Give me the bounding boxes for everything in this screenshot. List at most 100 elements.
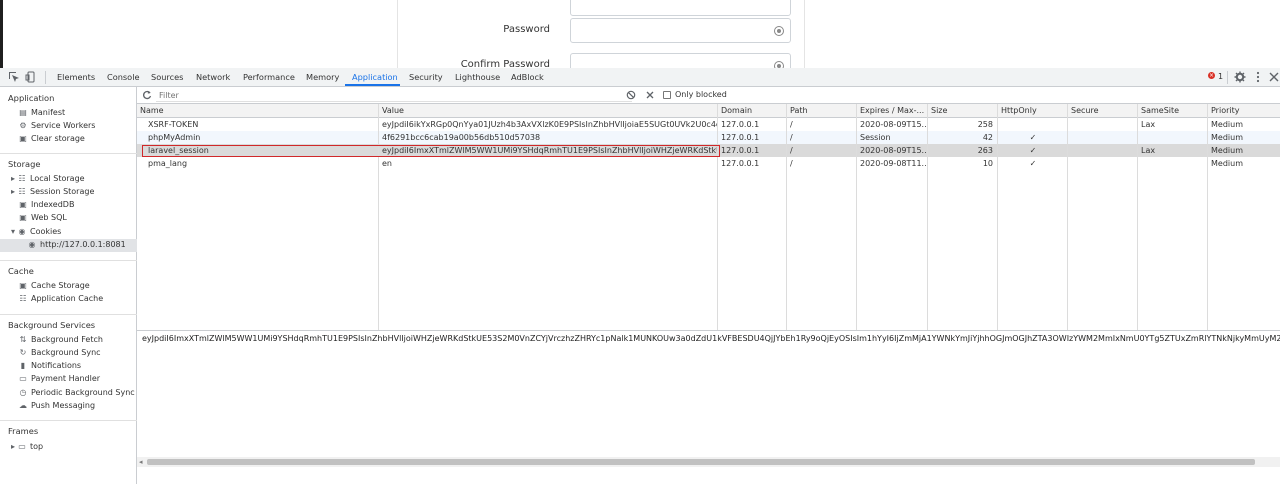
table-row[interactable]: phpMyAdmin 4f6291bcc6cab19a00b56db510d57…: [137, 131, 1280, 144]
column-divider[interactable]: [717, 104, 718, 330]
horizontal-scrollbar[interactable]: ◂: [137, 457, 1280, 467]
column-divider[interactable]: [786, 104, 787, 330]
cell-domain: 127.0.0.1: [721, 120, 760, 129]
tab-adblock[interactable]: AdBlock: [511, 68, 544, 87]
cell-secure: [1068, 144, 1138, 157]
section-cache: Cache: [8, 266, 34, 276]
cell-expires: 2020-09-08T11...: [860, 159, 928, 168]
sidebar-item-payment-handler[interactable]: ▭ Payment Handler: [18, 373, 100, 385]
cell-domain: 127.0.0.1: [721, 133, 760, 142]
column-header-name[interactable]: Name: [137, 104, 379, 118]
tab-sources[interactable]: Sources: [151, 68, 183, 87]
chevron-right-icon[interactable]: ▸: [10, 186, 16, 198]
confirm-password-visibility-icon[interactable]: [774, 61, 784, 68]
cell-size: 258: [977, 120, 993, 129]
tab-console[interactable]: Console: [107, 68, 140, 87]
sidebar-item-cache-storage[interactable]: ▣ Cache Storage: [18, 280, 90, 292]
inspect-element-icon[interactable]: [8, 71, 20, 83]
table-row[interactable]: pma_lang en 127.0.0.1 / 2020-09-08T11...…: [137, 157, 1280, 170]
column-divider[interactable]: [997, 104, 998, 330]
column-header-httponly[interactable]: HttpOnly: [998, 104, 1068, 118]
kebab-menu-icon[interactable]: [1252, 71, 1264, 83]
column-header-path[interactable]: Path: [787, 104, 857, 118]
sidebar-item-indexeddb[interactable]: ▣ IndexedDB: [18, 199, 74, 211]
scrollbar-thumb[interactable]: [147, 459, 1255, 465]
database-icon: ▣: [19, 134, 27, 143]
sidebar-item-local-storage[interactable]: ▸ ☷ Local Storage: [10, 173, 85, 185]
previous-field[interactable]: [570, 0, 791, 16]
error-count[interactable]: 1: [1218, 68, 1223, 86]
scroll-left-icon[interactable]: ◂: [139, 458, 143, 466]
password-field[interactable]: [570, 18, 791, 43]
column-divider[interactable]: [1207, 104, 1208, 330]
sidebar-item-web-sql[interactable]: ▣ Web SQL: [18, 212, 67, 224]
column-header-secure[interactable]: Secure: [1068, 104, 1138, 118]
confirm-password-label: Confirm Password: [460, 59, 550, 68]
section-frames: Frames: [8, 426, 39, 436]
column-divider[interactable]: [927, 104, 928, 330]
tab-performance[interactable]: Performance: [243, 68, 295, 87]
clear-all-icon[interactable]: [626, 90, 636, 100]
chevron-down-icon[interactable]: ▾: [10, 226, 16, 238]
sidebar-item-service-workers[interactable]: ⚙ Service Workers: [18, 120, 95, 132]
filter-input[interactable]: [156, 89, 632, 102]
cell-name: pma_lang: [148, 159, 188, 168]
cell-secure: [1068, 118, 1138, 131]
cookie-icon: ◉: [18, 227, 26, 236]
sidebar-item-frame-top[interactable]: ▸ ▭ top: [10, 441, 43, 453]
active-tab-indicator: [345, 84, 400, 86]
column-divider[interactable]: [856, 104, 857, 330]
sidebar-item-cookie-origin[interactable]: ◉ http://127.0.0.1:8081: [27, 239, 126, 251]
tab-security[interactable]: Security: [409, 68, 443, 87]
column-header-expires[interactable]: Expires / Max-...: [857, 104, 928, 118]
column-divider[interactable]: [1067, 104, 1068, 330]
sidebar-item-manifest[interactable]: ▤ Manifest: [18, 107, 65, 119]
column-header-value[interactable]: Value: [379, 104, 718, 118]
card-icon: ▭: [19, 374, 27, 383]
gear-icon[interactable]: [1234, 71, 1246, 83]
column-header-priority[interactable]: Priority: [1208, 104, 1280, 118]
sidebar-item-push-messaging[interactable]: ☁ Push Messaging: [18, 400, 95, 412]
only-blocked-checkbox[interactable]: [663, 91, 671, 99]
sidebar-item-cookies[interactable]: ▾ ◉ Cookies: [10, 226, 61, 238]
error-icon[interactable]: ×: [1208, 72, 1215, 79]
refresh-icon[interactable]: [142, 90, 152, 100]
column-header-size[interactable]: Size: [928, 104, 998, 118]
delete-selected-icon[interactable]: [645, 90, 655, 100]
column-header-domain[interactable]: Domain: [718, 104, 787, 118]
password-visibility-icon[interactable]: [774, 26, 784, 36]
cell-samesite: [1138, 157, 1208, 170]
clock-icon: ◷: [19, 388, 27, 397]
tab-network[interactable]: Network: [196, 68, 230, 87]
chevron-right-icon[interactable]: ▸: [10, 441, 16, 453]
cell-path: /: [790, 120, 793, 129]
tab-elements[interactable]: Elements: [57, 68, 95, 87]
tab-memory[interactable]: Memory: [306, 68, 339, 87]
sidebar-item-periodic-background-sync[interactable]: ◷ Periodic Background Sync: [18, 387, 135, 399]
chevron-right-icon[interactable]: ▸: [10, 173, 16, 185]
column-header-samesite[interactable]: SameSite: [1138, 104, 1208, 118]
devtools-toolbar: Elements Console Sources Network Perform…: [0, 68, 1280, 87]
cell-value: en: [382, 159, 392, 168]
confirm-password-field[interactable]: [570, 53, 791, 68]
sidebar-item-clear-storage[interactable]: ▣ Clear storage: [18, 133, 85, 145]
sidebar-item-background-fetch[interactable]: ⇅ Background Fetch: [18, 334, 103, 346]
sidebar-divider: [0, 153, 137, 154]
column-divider[interactable]: [378, 104, 379, 330]
sidebar-item-notifications[interactable]: ▮ Notifications: [18, 360, 81, 372]
cell-samesite: Lax: [1141, 146, 1156, 155]
sidebar-item-session-storage[interactable]: ▸ ☷ Session Storage: [10, 186, 94, 198]
device-toolbar-icon[interactable]: [25, 71, 37, 83]
cell-priority: Medium: [1211, 146, 1243, 155]
sidebar-item-background-sync[interactable]: ↻ Background Sync: [18, 347, 101, 359]
close-icon[interactable]: [1268, 71, 1280, 83]
cell-name: phpMyAdmin: [148, 133, 201, 142]
table-row-selected[interactable]: laravel_session eyJpdiI6ImxXTmlZWlM5WW1U…: [137, 144, 1280, 157]
table-row[interactable]: XSRF-TOKEN eyJpdiI6ikYxRGp0QnYya01JUzh4b…: [137, 118, 1280, 131]
sidebar-item-application-cache[interactable]: ☷ Application Cache: [18, 293, 103, 305]
column-divider[interactable]: [1137, 104, 1138, 330]
tab-lighthouse[interactable]: Lighthouse: [455, 68, 500, 87]
sidebar-divider: [0, 314, 137, 315]
cookie-value-text[interactable]: eyJpdiI6ImxXTmlZWlM5WW1UMi9YSHdqRmhTU1E9…: [142, 334, 1280, 343]
cell-samesite: [1138, 131, 1208, 144]
